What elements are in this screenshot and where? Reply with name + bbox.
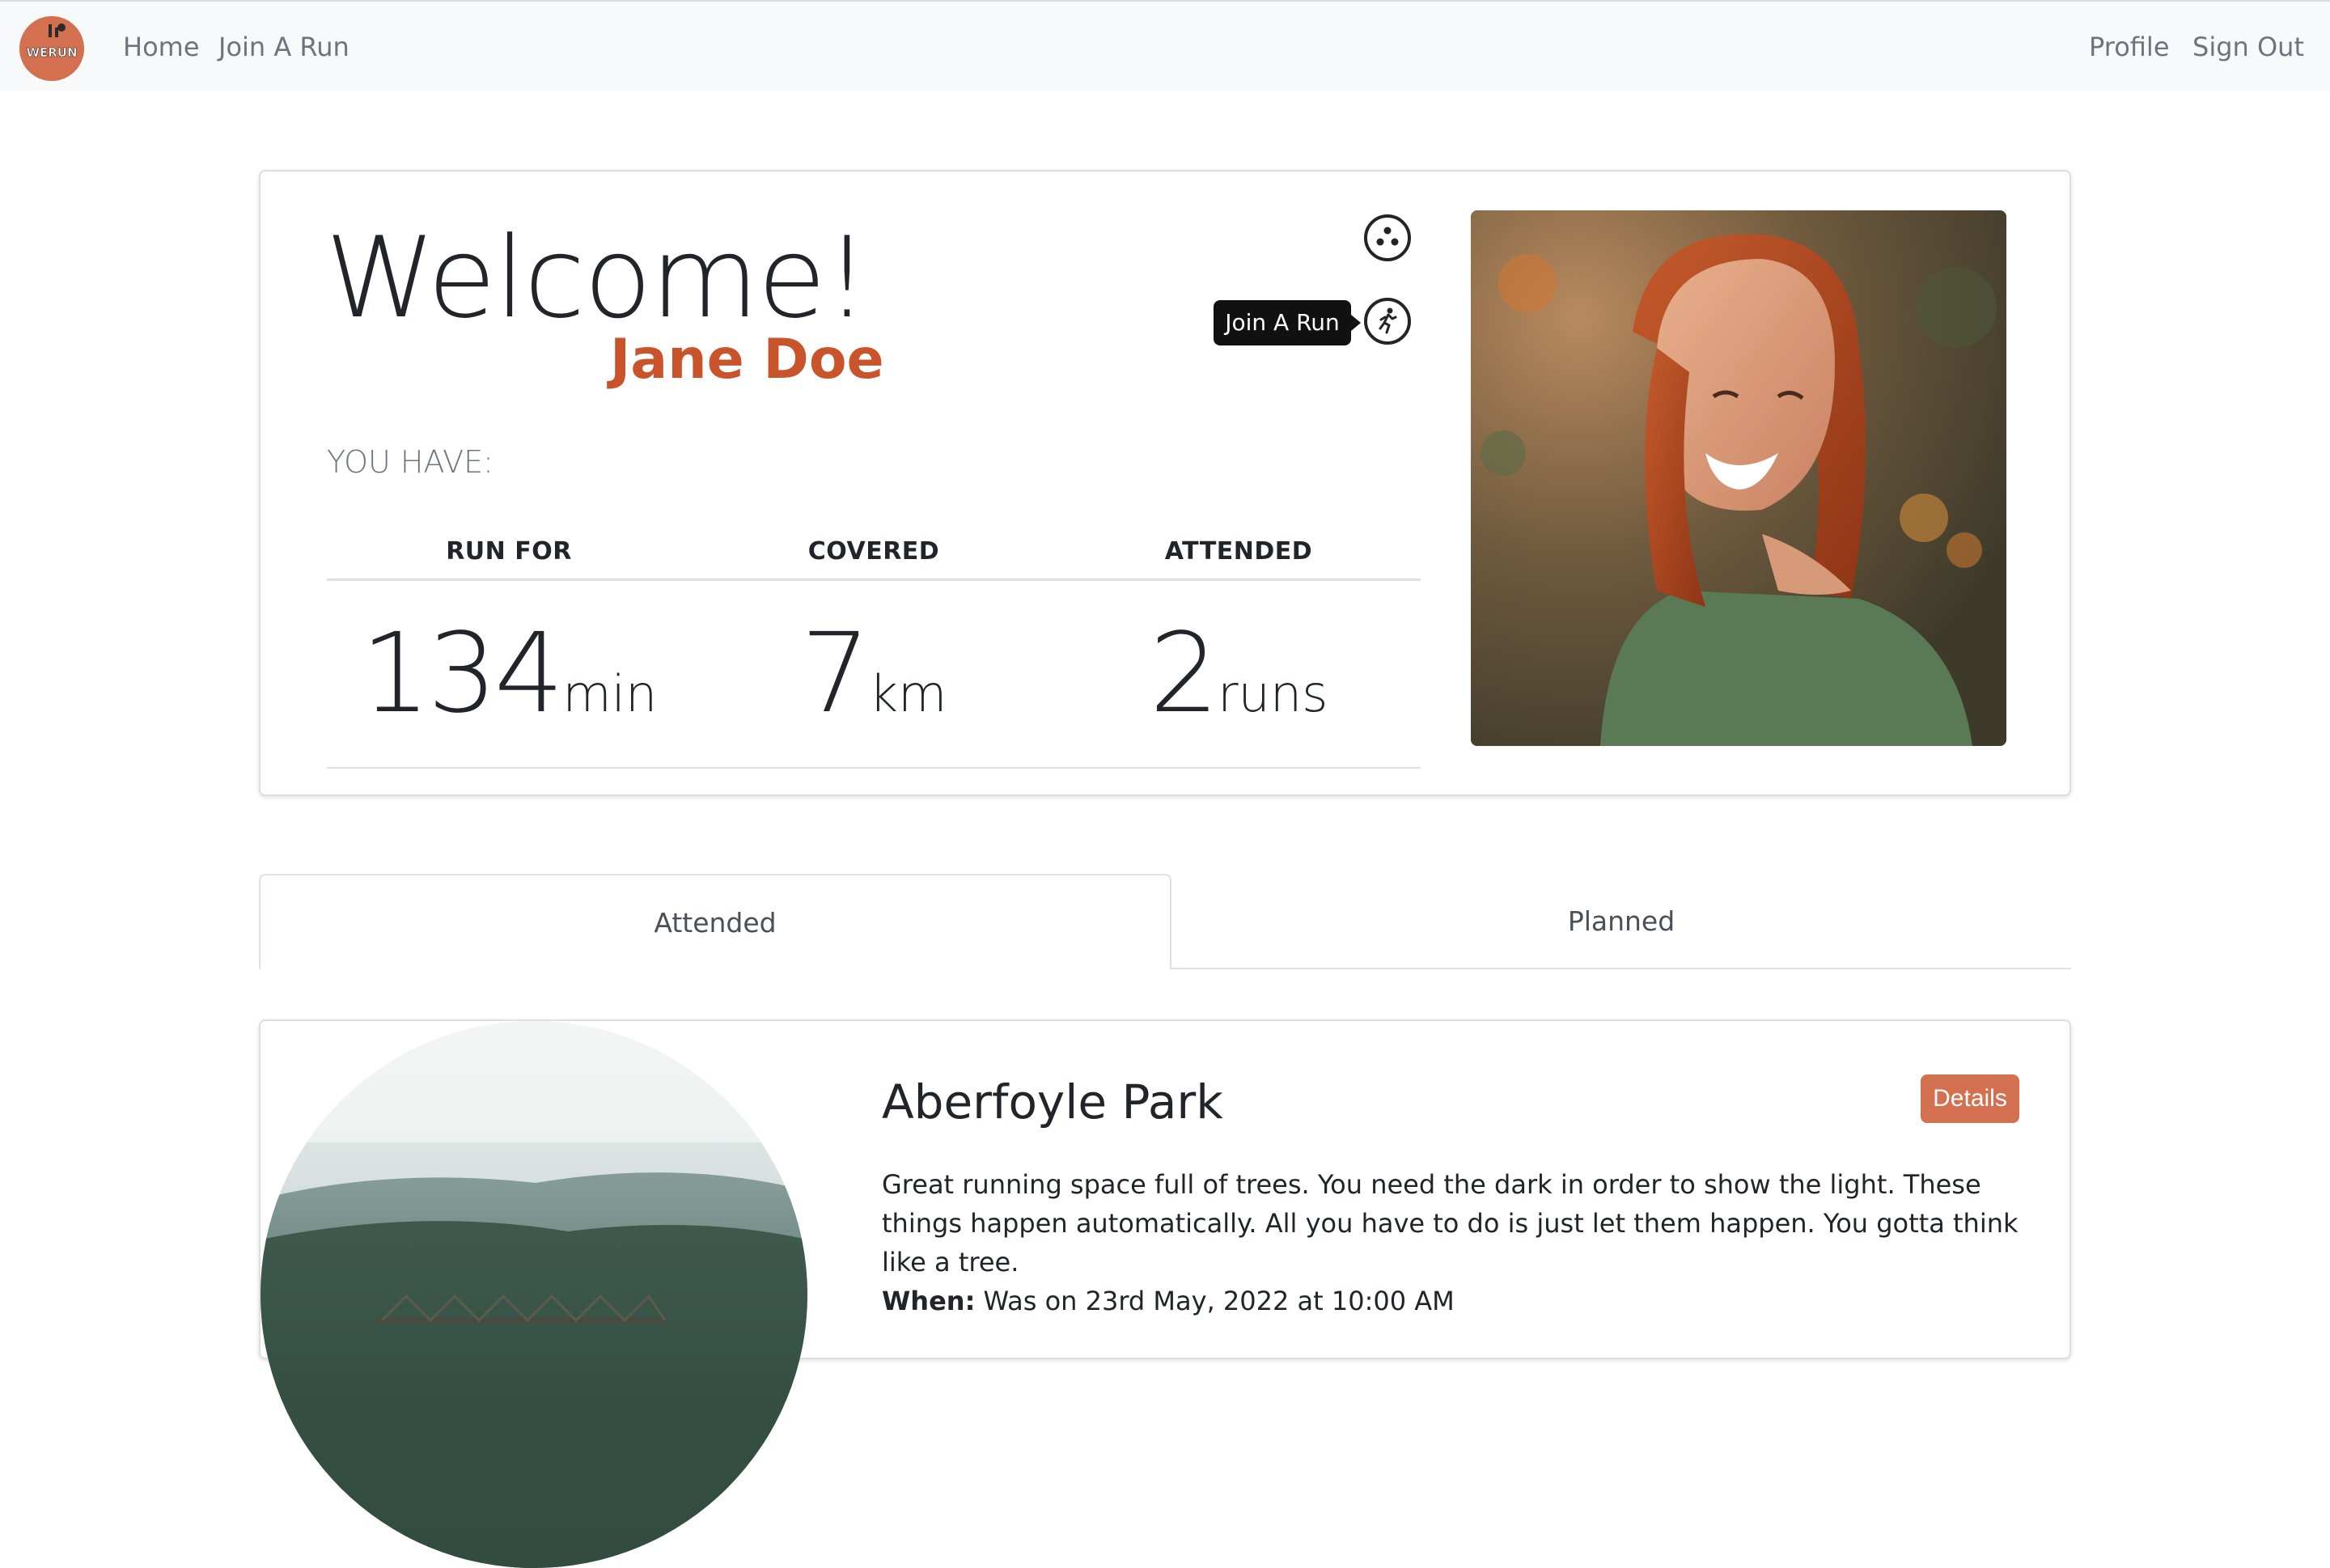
details-button[interactable]: Details — [1921, 1074, 2019, 1123]
run-when-label: When: — [882, 1286, 976, 1316]
stat-label-attended: ATTENDED — [1164, 537, 1313, 566]
runs-tabs: Attended Planned — [259, 874, 2071, 969]
stat-run-for-unit: min — [562, 664, 658, 723]
stat-attended: 2runs — [1057, 613, 1421, 735]
nav-sign-out-link[interactable]: Sign Out — [2192, 31, 2304, 63]
nav-home-link[interactable]: Home — [123, 31, 200, 63]
profile-photo — [1471, 210, 2006, 746]
svg-text:WERUN: WERUN — [26, 45, 77, 60]
three-dots-circle-icon[interactable] — [1364, 214, 1411, 261]
run-title: Aberfoyle Park — [882, 1074, 1223, 1129]
stat-attended-unit: runs — [1218, 664, 1328, 723]
top-navbar: WERUN Home Join A Run Profile Sign Out — [0, 0, 2330, 91]
run-when: When: Was on 23rd May, 2022 at 10:00 AM — [882, 1282, 1455, 1320]
nav-profile-link[interactable]: Profile — [2089, 31, 2170, 63]
stat-label-run-for: RUN FOR — [446, 537, 572, 566]
stat-covered-value: 7 — [800, 610, 871, 738]
run-card: Aberfoyle Park Details Great running spa… — [259, 1019, 2071, 1568]
welcome-card: Welcome! Jane Doe YOU HAVE: Join A Run R… — [259, 170, 2071, 796]
tab-attended[interactable]: Attended — [259, 874, 1171, 969]
werun-logo[interactable]: WERUN — [19, 16, 84, 81]
stats-value-row: 134min 7km 2runs — [327, 581, 1421, 769]
nav-join-run-link[interactable]: Join A Run — [218, 31, 350, 63]
join-run-tooltip: Join A Run — [1214, 300, 1351, 345]
stat-run-for-value: 134 — [360, 610, 565, 738]
run-description: Great running space full of trees. You n… — [882, 1169, 2019, 1278]
stat-label-covered: COVERED — [807, 537, 940, 566]
tab-planned[interactable]: Planned — [1171, 874, 2071, 969]
stat-attended-value: 2 — [1149, 610, 1220, 738]
stat-covered-unit: km — [869, 664, 947, 723]
you-have-label: YOU HAVE: — [327, 444, 494, 480]
stats-table: RUN FOR COVERED ATTENDED 134min 7km 2run… — [327, 526, 1421, 929]
run-location-image — [261, 1021, 807, 1568]
tooltip-arrow — [1351, 315, 1361, 331]
user-name: Jane Doe — [610, 328, 884, 392]
runner-icon[interactable] — [1364, 298, 1411, 345]
stat-run-for: 134min — [327, 613, 691, 735]
stats-header-row: RUN FOR COVERED ATTENDED — [327, 526, 1421, 581]
run-when-value: Was on 23rd May, 2022 at 10:00 AM — [983, 1286, 1455, 1316]
stat-covered: 7km — [692, 613, 1056, 735]
